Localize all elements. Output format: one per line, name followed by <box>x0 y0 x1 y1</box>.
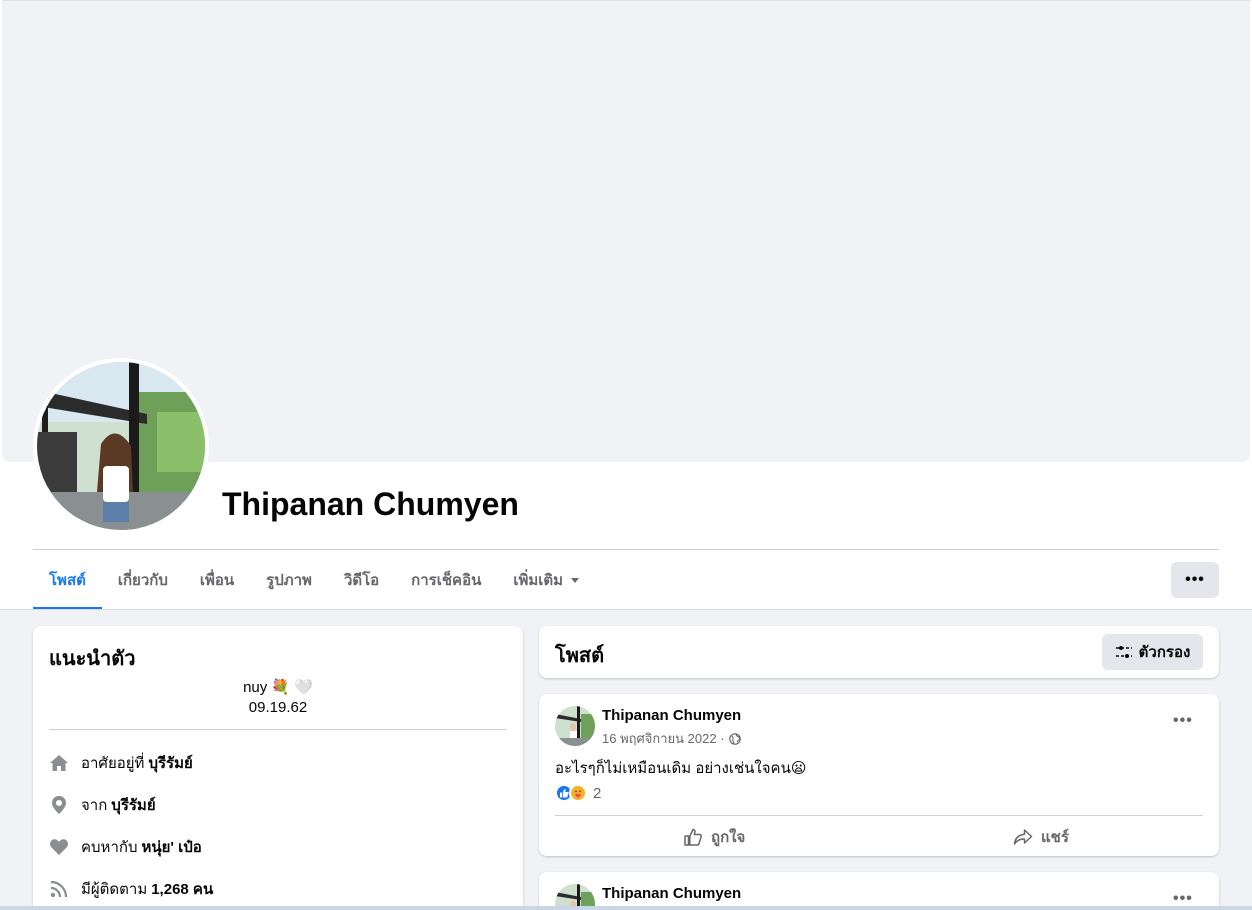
post-author-avatar[interactable] <box>555 706 595 746</box>
intro-card: แนะนำตัว nuy 💐 🤍 09.19.62 อาศัยอยู่ที่ บ… <box>33 626 523 910</box>
thumbs-up-icon <box>684 828 702 846</box>
share-button[interactable]: แชร์ <box>1013 822 1069 852</box>
posts-title: โพสต์ <box>555 645 605 667</box>
post-menu-button[interactable]: ••• <box>1173 712 1193 730</box>
post-author-name[interactable]: Thipanan Chumyen <box>602 707 741 724</box>
profile-tabs: โพสต์ เกี่ยวกับ เพื่อน รูปภาพ วิดีโอ การ… <box>33 550 595 610</box>
rss-icon <box>50 880 68 898</box>
bio-divider <box>49 729 507 730</box>
more-options-button[interactable]: ••• <box>1171 562 1219 598</box>
info-from-value[interactable]: บุรีรัมย์ <box>111 793 155 817</box>
bio-line-1: nuy 💐 🤍 <box>243 679 313 696</box>
bio-line-2: 09.19.62 <box>248 699 308 716</box>
info-relationship-prefix: คบหากับ <box>81 839 138 856</box>
tab-checkins[interactable]: การเช็คอิน <box>395 550 497 610</box>
info-lives-in-prefix: อาศัยอยู่ที่ <box>81 755 145 772</box>
post-card: Thipanan Chumyen 16 พฤศจิกายน 2022 · •••… <box>539 694 1219 856</box>
tab-friends-label: เพื่อน <box>199 572 235 589</box>
post-text-content: อะไรๆก็ไม่เหมือนเดิม อย่างเช่นใจคน <box>555 760 791 777</box>
tab-photos[interactable]: รูปภาพ <box>250 550 328 610</box>
like-button[interactable]: ถูกใจ <box>683 822 745 852</box>
info-lives-in: อาศัยอยู่ที่ บุรีรัมย์ <box>49 751 193 775</box>
info-from: จาก บุรีรัมย์ <box>49 793 156 817</box>
tab-friends[interactable]: เพื่อน <box>184 550 250 610</box>
tab-posts-label: โพสต์ <box>49 572 86 589</box>
info-followers-value[interactable]: 1,268 คน <box>151 877 213 901</box>
filter-button[interactable]: ตัวกรอง <box>1102 634 1203 670</box>
share-arrow-icon <box>1013 829 1033 845</box>
filter-icon <box>1115 646 1132 658</box>
post-card: Thipanan Chumyen ••• <box>539 872 1219 910</box>
tab-about[interactable]: เกี่ยวกับ <box>102 550 184 610</box>
post-text-emoji: 😦 <box>790 760 807 777</box>
tab-videos-label: วิดีโอ <box>343 572 380 589</box>
post-reactions[interactable]: 2 <box>555 784 601 802</box>
info-relationship-value[interactable]: หนุ่ย' เป๋อ <box>141 835 201 859</box>
info-relationship: คบหากับ หนุ่ย' เป๋อ <box>49 835 202 859</box>
post-author-name[interactable]: Thipanan Chumyen <box>602 885 741 902</box>
tab-about-label: เกี่ยวกับ <box>117 572 168 589</box>
like-label: ถูกใจ <box>711 829 746 846</box>
info-followers-prefix: มีผู้ติดตาม <box>81 881 148 898</box>
tab-more-label: เพิ่มเติม <box>513 572 564 589</box>
reaction-count: 2 <box>593 784 602 802</box>
header-bottom-border <box>0 609 1252 610</box>
tab-more[interactable]: เพิ่มเติม <box>497 550 595 610</box>
intro-title: แนะนำตัว <box>49 648 136 670</box>
window-bottom-edge <box>0 906 1252 910</box>
info-from-prefix: จาก <box>81 797 108 814</box>
post-actions-divider <box>555 815 1203 816</box>
caret-down-icon <box>571 577 580 583</box>
profile-avatar[interactable] <box>33 358 209 534</box>
tab-checkins-label: การเช็คอิน <box>411 572 482 589</box>
tab-videos[interactable]: วิดีโอ <box>328 550 395 610</box>
post-date[interactable]: 16 พฤศจิกายน 2022 · <box>602 728 725 749</box>
post-author-photo <box>555 706 595 746</box>
tab-posts[interactable]: โพสต์ <box>33 550 102 610</box>
profile-photo <box>37 362 205 530</box>
info-followers: มีผู้ติดตาม 1,268 คน <box>49 877 213 901</box>
posts-header-card: โพสต์ ตัวกรอง <box>539 626 1219 678</box>
home-icon <box>50 755 68 771</box>
filter-label: ตัวกรอง <box>1138 644 1191 661</box>
profile-name: Thipanan Chumyen <box>222 486 519 522</box>
globe-icon <box>728 732 741 745</box>
share-label: แชร์ <box>1041 829 1069 846</box>
post-text: อะไรๆก็ไม่เหมือนเดิม อย่างเช่นใจคน 😦 <box>555 756 806 780</box>
heart-icon <box>50 839 68 855</box>
location-pin-icon <box>52 796 66 814</box>
tab-photos-label: รูปภาพ <box>266 572 312 589</box>
info-lives-in-value[interactable]: บุรีรัมย์ <box>148 751 192 775</box>
post-meta: 16 พฤศจิกายน 2022 · <box>602 728 741 749</box>
care-reaction-icon <box>569 784 587 802</box>
bio: nuy 💐 🤍 09.19.62 <box>33 678 523 718</box>
